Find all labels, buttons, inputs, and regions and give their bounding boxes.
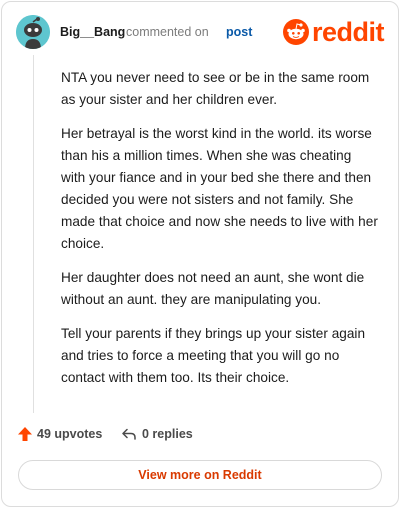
replies-button[interactable]: 0 replies bbox=[121, 426, 193, 442]
comment-actions: 49 upvotes 0 replies bbox=[17, 426, 377, 444]
comment-paragraph: Her daughter does not need an aunt, she … bbox=[61, 270, 365, 307]
upvote-button[interactable]: 49 upvotes bbox=[17, 426, 102, 442]
reddit-alien-icon bbox=[282, 19, 309, 45]
reddit-wordmark: reddit bbox=[311, 16, 385, 47]
comment-paragraph: NTA you never need to see or be in the s… bbox=[61, 70, 370, 107]
reply-count: 0 replies bbox=[142, 427, 193, 441]
view-more-on-reddit-button[interactable]: View more on Reddit bbox=[18, 460, 382, 490]
commented-on-text: commented on bbox=[126, 25, 209, 39]
reply-arrow-icon bbox=[122, 428, 136, 440]
username[interactable]: Big__Bang bbox=[60, 25, 125, 39]
upvote-arrow-icon bbox=[18, 427, 32, 441]
upvote-count: 49 upvotes bbox=[37, 427, 103, 441]
avatar[interactable] bbox=[16, 15, 50, 49]
comment-paragraph: Her betrayal is the worst kind in the wo… bbox=[61, 126, 378, 251]
reddit-logo[interactable]: reddit bbox=[282, 16, 385, 47]
comment-header: Big__Bang commented on post reddit bbox=[16, 15, 385, 51]
comment-paragraph: Tell your parents if they brings up your… bbox=[61, 326, 366, 385]
snoo-avatar-icon bbox=[16, 15, 50, 49]
thread-line bbox=[33, 55, 34, 413]
comment-body: NTA you never need to see or be in the s… bbox=[61, 67, 379, 401]
post-link[interactable]: post bbox=[226, 25, 252, 39]
